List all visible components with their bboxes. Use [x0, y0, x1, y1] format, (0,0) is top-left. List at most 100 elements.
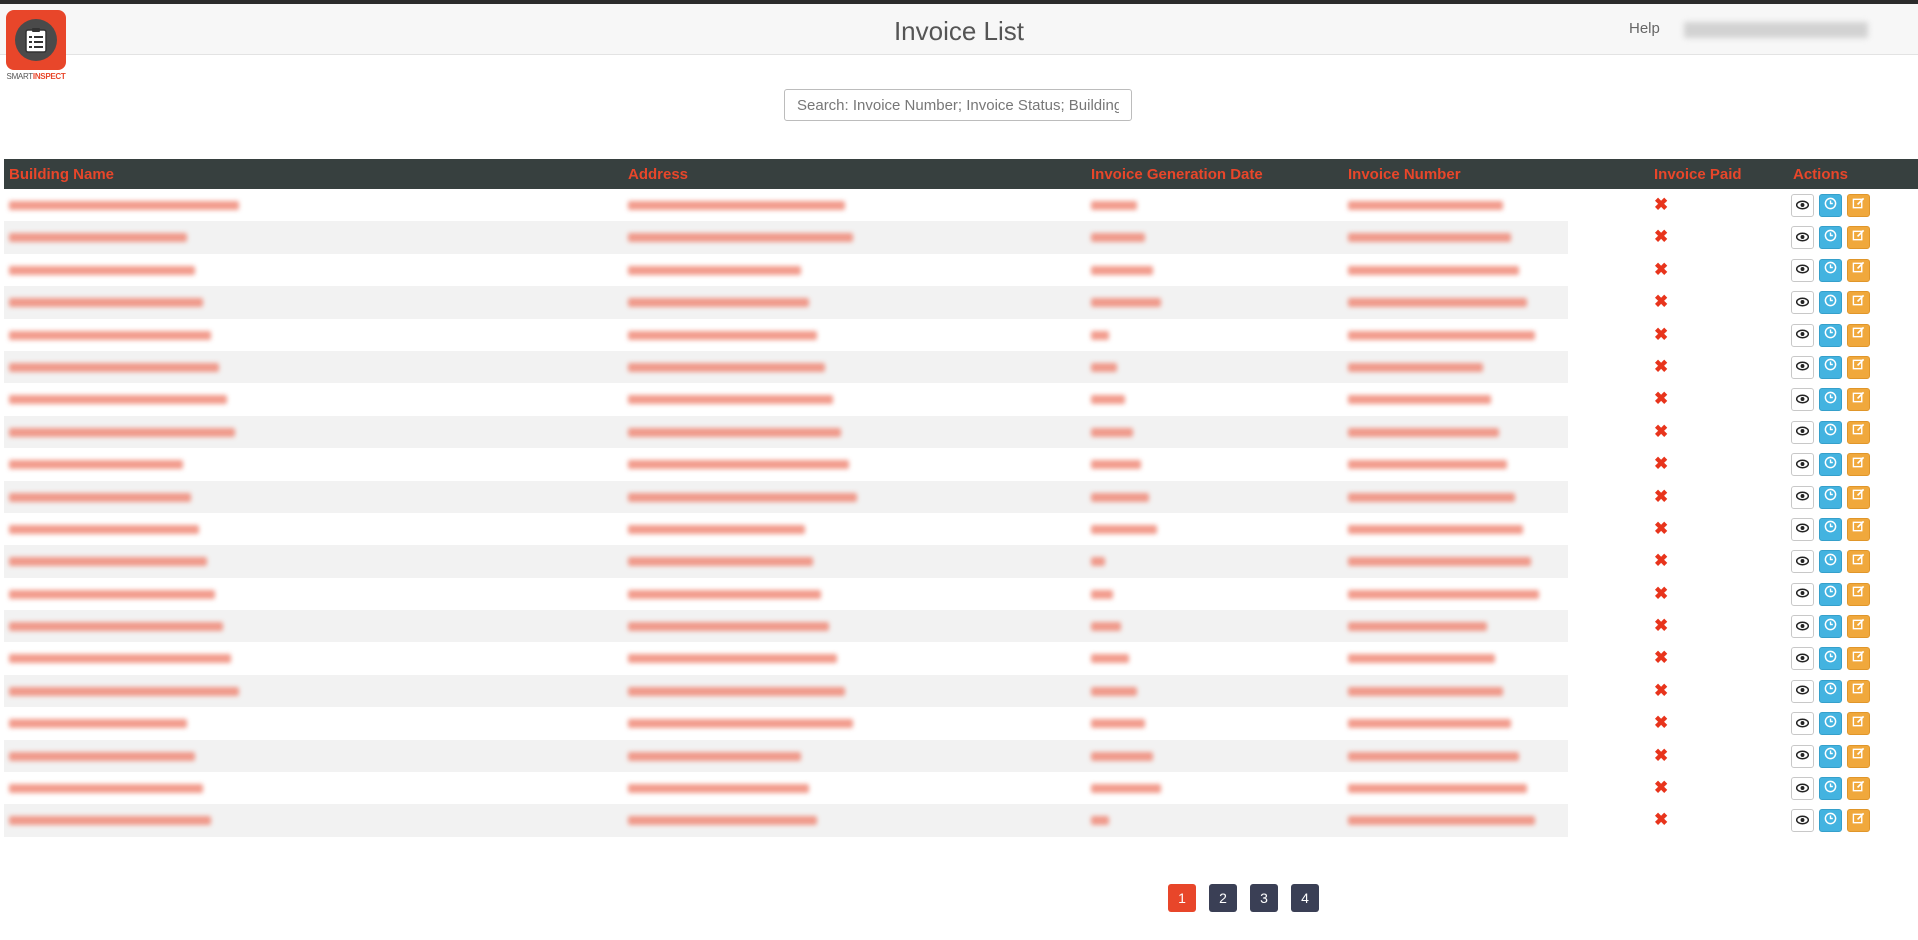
edit-button[interactable]: [1847, 194, 1870, 217]
edit-button[interactable]: [1847, 388, 1870, 412]
clock-icon: [1824, 618, 1837, 636]
page-button-1[interactable]: 1: [1168, 884, 1196, 912]
history-button[interactable]: [1819, 712, 1842, 736]
table-row[interactable]: ✖: [4, 286, 1918, 319]
history-button[interactable]: [1819, 582, 1842, 606]
view-button[interactable]: [1791, 388, 1814, 412]
view-button[interactable]: [1791, 712, 1814, 736]
table-row[interactable]: ✖: [4, 804, 1918, 837]
edit-button[interactable]: [1847, 420, 1870, 444]
view-button[interactable]: [1791, 420, 1814, 444]
edit-button[interactable]: [1847, 355, 1870, 379]
history-button[interactable]: [1819, 679, 1842, 703]
view-button[interactable]: [1791, 809, 1814, 833]
view-button[interactable]: [1791, 615, 1814, 639]
view-button[interactable]: [1791, 582, 1814, 606]
table-row[interactable]: ✖: [4, 253, 1918, 287]
view-button[interactable]: [1791, 355, 1814, 379]
cell-invoice-number: [1348, 298, 1527, 308]
table-row[interactable]: ✖: [4, 674, 1918, 708]
history-button[interactable]: [1819, 485, 1842, 509]
edit-button[interactable]: [1847, 291, 1870, 315]
view-button[interactable]: [1791, 453, 1814, 477]
table-row[interactable]: ✖: [4, 577, 1918, 611]
table-row[interactable]: ✖: [4, 512, 1918, 546]
column-header-generation-date[interactable]: Invoice Generation Date: [1091, 166, 1263, 183]
history-button[interactable]: [1819, 744, 1842, 768]
table-row[interactable]: ✖: [4, 448, 1918, 481]
history-button[interactable]: [1819, 388, 1842, 412]
column-header-invoice-number[interactable]: Invoice Number: [1348, 166, 1461, 183]
edit-button[interactable]: [1847, 809, 1870, 833]
edit-button[interactable]: [1847, 485, 1870, 509]
edit-button[interactable]: [1847, 647, 1870, 671]
table-row[interactable]: ✖: [4, 480, 1918, 513]
history-button[interactable]: [1819, 323, 1842, 347]
edit-button[interactable]: [1847, 550, 1870, 574]
edit-button[interactable]: [1847, 226, 1870, 250]
view-button[interactable]: [1791, 777, 1814, 801]
view-button[interactable]: [1791, 194, 1814, 217]
table-row[interactable]: ✖: [4, 415, 1918, 449]
view-button[interactable]: [1791, 323, 1814, 347]
cell-invoice-number: [1348, 362, 1483, 372]
history-button[interactable]: [1819, 517, 1842, 541]
edit-button[interactable]: [1847, 323, 1870, 347]
table-row[interactable]: ✖: [4, 189, 1918, 222]
search-input[interactable]: [784, 89, 1132, 121]
edit-icon: [1852, 358, 1865, 376]
view-button[interactable]: [1791, 517, 1814, 541]
row-actions: [1791, 291, 1870, 315]
history-button[interactable]: [1819, 615, 1842, 639]
history-button[interactable]: [1819, 194, 1842, 217]
column-header-building-name[interactable]: Building Name: [9, 166, 114, 183]
history-button[interactable]: [1819, 226, 1842, 250]
table-row[interactable]: ✖: [4, 772, 1918, 805]
edit-button[interactable]: [1847, 712, 1870, 736]
history-button[interactable]: [1819, 258, 1842, 282]
view-button[interactable]: [1791, 647, 1814, 671]
edit-button[interactable]: [1847, 777, 1870, 801]
view-button[interactable]: [1791, 679, 1814, 703]
page-button-3[interactable]: 3: [1250, 884, 1278, 912]
history-button[interactable]: [1819, 453, 1842, 477]
table-row[interactable]: ✖: [4, 739, 1918, 773]
edit-button[interactable]: [1847, 453, 1870, 477]
history-button[interactable]: [1819, 809, 1842, 833]
history-button[interactable]: [1819, 647, 1842, 671]
table-row[interactable]: ✖: [4, 350, 1918, 384]
edit-button[interactable]: [1847, 615, 1870, 639]
view-button[interactable]: [1791, 258, 1814, 282]
view-button[interactable]: [1791, 744, 1814, 768]
eye-icon: [1795, 261, 1810, 279]
table-row[interactable]: ✖: [4, 383, 1918, 416]
history-button[interactable]: [1819, 550, 1842, 574]
table-row[interactable]: ✖: [4, 318, 1918, 351]
edit-icon: [1852, 326, 1865, 344]
edit-button[interactable]: [1847, 582, 1870, 606]
edit-button[interactable]: [1847, 258, 1870, 282]
edit-button[interactable]: [1847, 517, 1870, 541]
help-link[interactable]: Help: [1629, 20, 1660, 37]
history-button[interactable]: [1819, 420, 1842, 444]
view-button[interactable]: [1791, 485, 1814, 509]
history-button[interactable]: [1819, 355, 1842, 379]
view-button[interactable]: [1791, 291, 1814, 315]
edit-button[interactable]: [1847, 679, 1870, 703]
page-button-2[interactable]: 2: [1209, 884, 1237, 912]
page-button-4[interactable]: 4: [1291, 884, 1319, 912]
history-button[interactable]: [1819, 291, 1842, 315]
table-row[interactable]: ✖: [4, 221, 1918, 254]
column-header-address[interactable]: Address: [628, 166, 688, 183]
view-button[interactable]: [1791, 550, 1814, 574]
table-row[interactable]: ✖: [4, 707, 1918, 740]
clock-icon: [1824, 326, 1837, 344]
table-row[interactable]: ✖: [4, 545, 1918, 578]
history-button[interactable]: [1819, 777, 1842, 801]
column-header-invoice-paid[interactable]: Invoice Paid: [1654, 166, 1742, 183]
table-row[interactable]: ✖: [4, 642, 1918, 675]
view-button[interactable]: [1791, 226, 1814, 250]
table-row[interactable]: ✖: [4, 610, 1918, 643]
app-logo[interactable]: SMARTINSPECT: [6, 10, 66, 84]
edit-button[interactable]: [1847, 744, 1870, 768]
